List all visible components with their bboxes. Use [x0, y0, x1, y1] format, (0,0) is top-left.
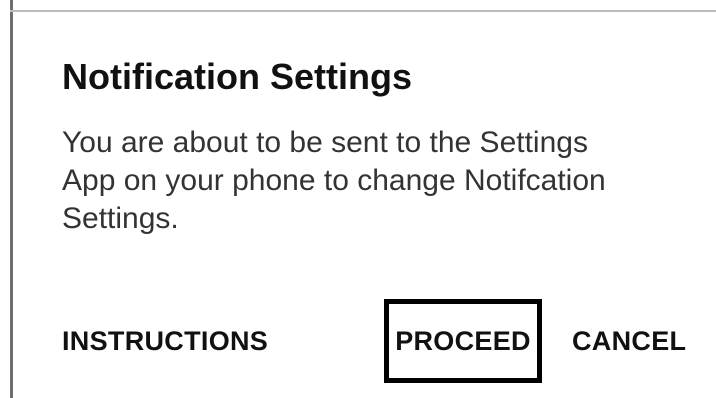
dialog-message-line: App on your phone to change Notifcation — [62, 164, 606, 197]
dialog-message-line: You are about to be sent to the Settings — [62, 126, 588, 159]
proceed-button[interactable]: PROCEED — [395, 326, 531, 357]
instructions-button[interactable]: INSTRUCTIONS — [62, 326, 268, 357]
dialog-top-border — [10, 10, 716, 12]
proceed-highlight-box: PROCEED — [384, 299, 542, 383]
cancel-button[interactable]: CANCEL — [572, 326, 686, 357]
dialog-message-line: Settings. — [62, 202, 179, 235]
dialog-message: You are about to be sent to the Settings… — [62, 124, 662, 238]
dialog-title: Notification Settings — [62, 56, 412, 97]
notification-settings-dialog: Notification Settings You are about to b… — [0, 0, 716, 398]
dialog-left-border — [10, 0, 13, 398]
